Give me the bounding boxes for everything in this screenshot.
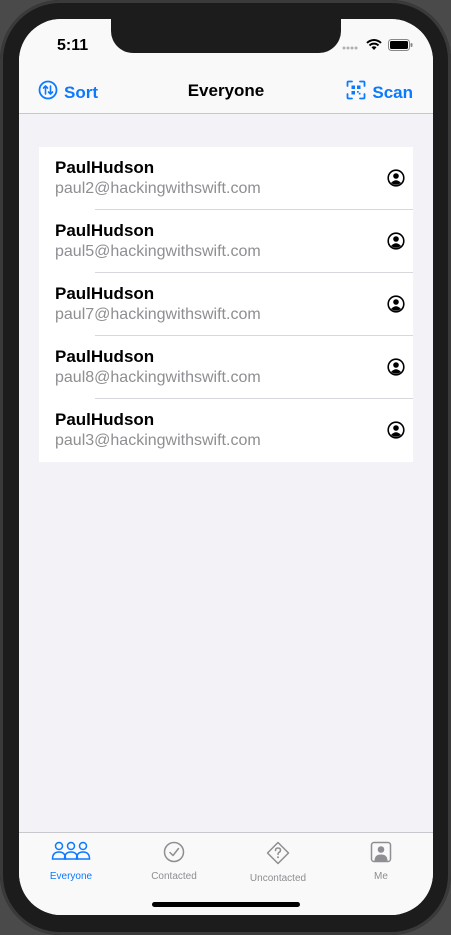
contact-name: PaulHudson bbox=[55, 158, 155, 177]
signal-icon bbox=[342, 38, 360, 56]
tab-label: Uncontacted bbox=[249, 873, 307, 884]
contact-email: paul3@hackingwithswift.com bbox=[55, 432, 261, 449]
wifi-icon bbox=[366, 38, 382, 56]
status-time: 5:11 bbox=[57, 37, 89, 54]
contact-name: PaulHudson bbox=[55, 347, 155, 366]
tab-label: Contacted bbox=[151, 871, 197, 882]
contact-row[interactable]: PaulHudson paul2@hackingwithswift.com bbox=[39, 147, 413, 210]
person-square-icon bbox=[370, 841, 392, 868]
status-icons bbox=[342, 38, 413, 56]
device-frame: 5:11 Sort Everyone Scan PaulHudson paul2… bbox=[0, 0, 451, 935]
contact-name: PaulHudson bbox=[55, 284, 155, 303]
battery-icon bbox=[388, 38, 413, 56]
tab-everyone[interactable]: Everyone bbox=[19, 841, 123, 882]
tab-label: Everyone bbox=[49, 871, 93, 882]
contact-row[interactable]: PaulHudson paul8@hackingwithswift.com bbox=[39, 336, 413, 399]
contact-email: paul8@hackingwithswift.com bbox=[55, 369, 261, 386]
qrcode-viewfinder-icon bbox=[346, 80, 366, 105]
contact-name: PaulHudson bbox=[55, 221, 155, 240]
person-circle-icon bbox=[387, 421, 405, 444]
home-indicator[interactable] bbox=[152, 902, 300, 907]
people-icon bbox=[51, 841, 91, 868]
contact-name: PaulHudson bbox=[55, 410, 155, 429]
screen: 5:11 Sort Everyone Scan PaulHudson paul2… bbox=[19, 19, 433, 915]
contact-email: paul2@hackingwithswift.com bbox=[55, 180, 261, 197]
person-circle-icon bbox=[387, 295, 405, 318]
tab-me[interactable]: Me bbox=[329, 841, 433, 882]
tab-contacted[interactable]: Contacted bbox=[122, 841, 226, 882]
contact-list: PaulHudson paul2@hackingwithswift.com Pa… bbox=[39, 147, 413, 462]
scan-label: Scan bbox=[372, 82, 413, 102]
contact-email: paul5@hackingwithswift.com bbox=[55, 243, 261, 260]
tab-label: Me bbox=[374, 871, 388, 882]
notch bbox=[111, 19, 341, 53]
person-circle-icon bbox=[387, 169, 405, 192]
person-circle-icon bbox=[387, 232, 405, 255]
person-circle-icon bbox=[387, 358, 405, 381]
contact-email: paul7@hackingwithswift.com bbox=[55, 306, 261, 323]
scan-button[interactable]: Scan bbox=[346, 80, 413, 105]
contact-row[interactable]: PaulHudson paul5@hackingwithswift.com bbox=[39, 210, 413, 273]
checkmark-circle-icon bbox=[163, 841, 185, 868]
contact-row[interactable]: PaulHudson paul3@hackingwithswift.com bbox=[39, 399, 413, 462]
tab-uncontacted[interactable]: Uncontacted bbox=[226, 841, 330, 884]
contact-row[interactable]: PaulHudson paul7@hackingwithswift.com bbox=[39, 273, 413, 336]
navigation-bar: Sort Everyone Scan bbox=[19, 69, 433, 114]
questionmark-diamond-icon bbox=[266, 841, 290, 870]
